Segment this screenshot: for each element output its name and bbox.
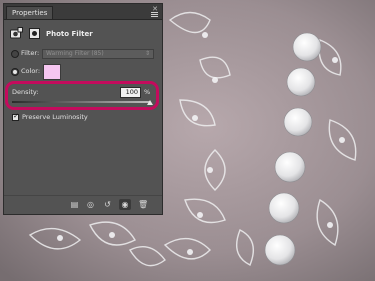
color-label: Color: [21,67,41,75]
panel-header: Properties ✕ [4,4,162,20]
color-swatch[interactable] [43,64,61,80]
color-radio[interactable] [11,68,19,76]
density-label: Density: [12,88,39,96]
filter-dropdown-value: Warming Filter (85) [46,50,104,57]
tab-properties[interactable]: Properties [6,6,54,19]
panel-menu-icon[interactable] [151,12,158,18]
layer-mask-icon[interactable] [29,28,40,39]
filter-dropdown[interactable]: Warming Filter (85) ⇕ [42,49,154,59]
filter-radio[interactable] [11,50,19,58]
preserve-luminosity-label: Preserve Luminosity [22,113,88,121]
reset-icon[interactable]: ↺ [103,200,112,209]
adjustment-title: Photo Filter [46,30,93,38]
checkmark-icon: ✓ [13,112,19,120]
adjustment-header: Photo Filter [10,26,160,42]
density-input[interactable]: 100 [120,87,141,98]
clip-to-layer-icon[interactable]: ▤ [70,200,79,209]
photo-filter-icon [10,27,23,39]
panel-footer: ▤ ◎ ↺ ◉ 🗑 [4,195,162,214]
density-unit: % [144,88,151,96]
density-slider-track[interactable] [12,101,150,103]
filter-label: Filter: [21,49,40,57]
properties-panel: Properties ✕ Photo Filter Filter: Warmin… [3,3,163,215]
density-slider-thumb[interactable] [147,100,153,105]
chevron-updown-icon: ⇕ [144,50,150,57]
delete-icon[interactable]: 🗑 [138,200,148,209]
view-previous-state-icon[interactable]: ◎ [86,200,95,209]
visibility-icon[interactable]: ◉ [119,199,131,210]
